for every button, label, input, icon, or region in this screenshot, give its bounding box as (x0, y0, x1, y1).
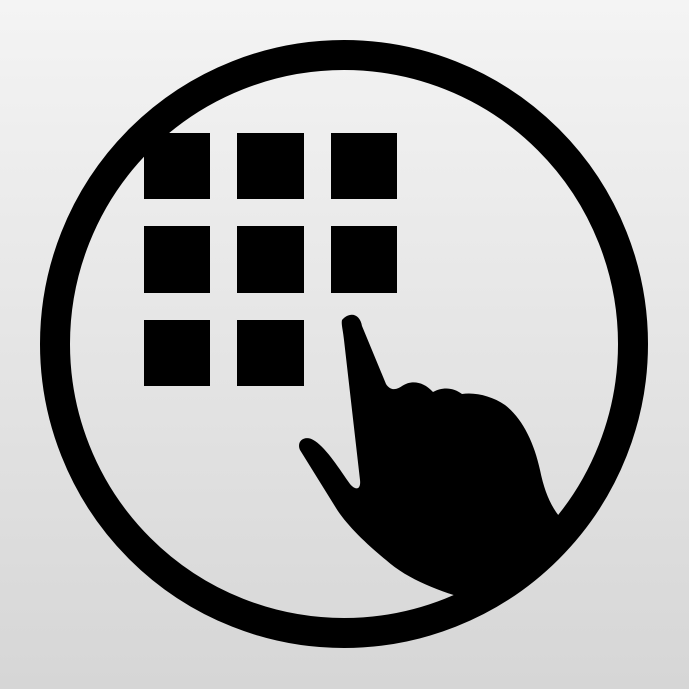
app-icon-graphic (40, 40, 648, 648)
keypad-key (237, 133, 304, 199)
keypad-key (237, 226, 304, 293)
keypad-key (144, 133, 210, 199)
keypad-touch-app-icon[interactable] (0, 0, 689, 689)
keypad-key (331, 226, 397, 293)
keypad-key (237, 320, 304, 386)
keypad-key (144, 320, 210, 386)
keypad-key (331, 133, 397, 199)
keypad-key (144, 226, 210, 293)
